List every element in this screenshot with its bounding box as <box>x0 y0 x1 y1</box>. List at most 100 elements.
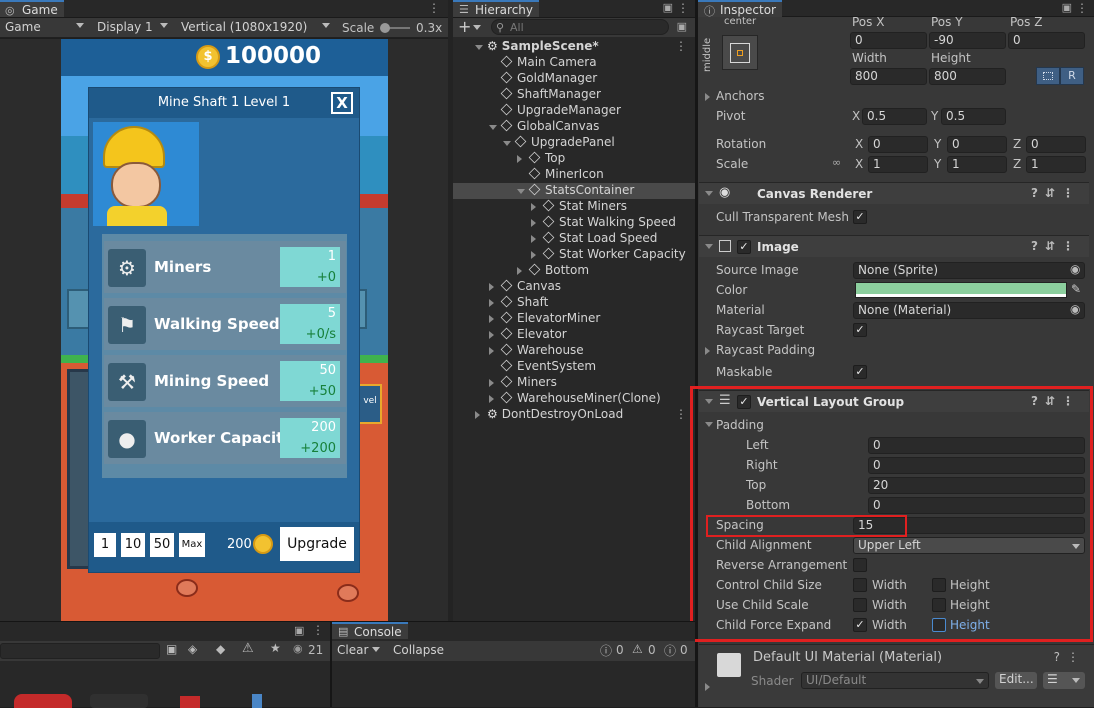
hierarchy-item[interactable]: ShaftManager <box>453 87 695 103</box>
lock-icon[interactable]: ▣ <box>294 624 304 637</box>
upgrade-button[interactable]: Upgrade <box>280 527 354 561</box>
add-icon[interactable]: + <box>458 17 471 36</box>
canvas-renderer-header[interactable]: ◉ Canvas Renderer ?⇵⋮ <box>699 182 1089 204</box>
expand-arrow-icon[interactable] <box>489 125 497 130</box>
maskable-checkbox[interactable]: ✓ <box>853 365 867 379</box>
close-button[interactable]: X <box>331 92 353 114</box>
pos-y-field[interactable]: -90 <box>929 32 1006 49</box>
hierarchy-item[interactable]: EventSystem <box>453 359 695 375</box>
hierarchy-item[interactable]: ⚙ DontDestroyOnLoad ⋮ <box>453 407 695 423</box>
hierarchy-search-input[interactable]: ⚲ All <box>491 19 669 35</box>
expand-arrow-icon[interactable] <box>531 219 536 227</box>
label-filter-icon[interactable]: ◆ <box>216 642 225 656</box>
hierarchy-item[interactable]: Stat Load Speed <box>453 231 695 247</box>
pos-x-field[interactable]: 0 <box>850 32 927 49</box>
rotation-x-field[interactable]: 0 <box>868 136 928 153</box>
expand-arrow-icon[interactable] <box>517 267 522 275</box>
expand-arrow-icon[interactable] <box>517 189 525 194</box>
more-menu-icon[interactable]: ⋮ <box>675 39 687 53</box>
raycast-padding-foldout-icon[interactable] <box>705 347 710 355</box>
hierarchy-item[interactable]: Elevator <box>453 327 695 343</box>
hierarchy-item[interactable]: Miners <box>453 375 695 391</box>
shader-options-button[interactable]: ☰ <box>1043 672 1085 689</box>
blueprint-mode-button[interactable] <box>1036 67 1060 85</box>
more-menu-icon[interactable]: ⋮ <box>312 623 324 637</box>
project-search-input[interactable] <box>0 643 160 659</box>
star-icon[interactable]: ★ <box>270 641 281 655</box>
component-menu-icons[interactable]: ?⋮ <box>1054 650 1086 664</box>
collapse-button[interactable]: Collapse <box>388 641 444 659</box>
lock-icon[interactable]: ▣ <box>663 1 673 14</box>
height-field[interactable]: 800 <box>929 68 1006 85</box>
level-badge[interactable]: vel <box>358 384 382 424</box>
expand-arrow-icon[interactable] <box>489 283 494 291</box>
asset-thumbnail[interactable] <box>180 696 200 708</box>
multiplier-max-button[interactable]: Max <box>179 533 205 557</box>
component-menu-icons[interactable]: ?⇵⋮ <box>1031 239 1081 253</box>
color-swatch[interactable] <box>855 282 1067 298</box>
anchors-foldout-icon[interactable] <box>705 93 710 101</box>
hierarchy-item[interactable]: Bottom <box>453 263 695 279</box>
hierarchy-item[interactable]: GoldManager <box>453 71 695 87</box>
hierarchy-item[interactable]: Stat Worker Capacity <box>453 247 695 263</box>
expand-arrow-icon[interactable] <box>517 155 522 163</box>
more-menu-icon[interactable]: ⋮ <box>675 407 687 421</box>
asset-thumbnail[interactable] <box>252 694 262 708</box>
asset-thumbnail[interactable] <box>90 694 148 708</box>
type-filter-icon[interactable]: ◈ <box>188 642 197 656</box>
image-enabled-checkbox[interactable]: ✓ <box>737 240 751 254</box>
log-icon[interactable]: ⓘ <box>664 642 676 659</box>
multiplier-1-button[interactable]: 1 <box>94 533 116 557</box>
pos-z-field[interactable]: 0 <box>1008 32 1085 49</box>
chevron-down-icon[interactable] <box>473 25 481 30</box>
display-dropdown[interactable]: Display 1 <box>92 18 172 36</box>
source-image-field[interactable]: None (Sprite) <box>853 262 1085 279</box>
scale-z-field[interactable]: 1 <box>1026 156 1086 173</box>
hierarchy-item[interactable]: WarehouseMiner(Clone) <box>453 391 695 407</box>
scale-slider-handle[interactable] <box>380 23 390 33</box>
expand-arrow-icon[interactable] <box>489 299 494 307</box>
hierarchy-item[interactable]: Top <box>453 151 695 167</box>
tab-game[interactable]: ◎ Game <box>0 0 64 17</box>
expand-arrow-icon[interactable] <box>475 411 480 419</box>
more-menu-icon[interactable]: ⋮ <box>1076 1 1088 15</box>
hierarchy-item[interactable]: Main Camera <box>453 55 695 71</box>
object-picker-icon[interactable]: ◉ <box>1070 302 1080 316</box>
edit-shader-button[interactable]: Edit... <box>995 672 1037 689</box>
scale-y-field[interactable]: 1 <box>947 156 1007 173</box>
hierarchy-item[interactable]: Canvas <box>453 279 695 295</box>
expand-arrow-icon[interactable] <box>489 379 494 387</box>
material-foldout-icon[interactable] <box>705 683 710 691</box>
more-menu-icon[interactable]: ⋮ <box>677 1 689 15</box>
lock-icon[interactable]: ▣ <box>1062 1 1072 14</box>
hierarchy-item[interactable]: StatsContainer <box>453 183 695 199</box>
object-picker-icon[interactable]: ◉ <box>1070 262 1080 276</box>
material-field[interactable]: None (Material) <box>853 302 1085 319</box>
scale-x-field[interactable]: 1 <box>868 156 928 173</box>
multiplier-50-button[interactable]: 50 <box>150 533 174 557</box>
asset-thumbnail[interactable] <box>14 694 72 708</box>
shader-dropdown[interactable]: UI/Default <box>801 672 989 689</box>
eyedropper-icon[interactable]: ✎ <box>1071 282 1081 296</box>
hierarchy-item[interactable]: UpgradeManager <box>453 103 695 119</box>
pivot-y-field[interactable]: 0.5 <box>941 108 1006 125</box>
clear-dropdown[interactable]: Clear <box>332 641 384 659</box>
image-header[interactable]: ✓ Image ?⇵⋮ <box>699 235 1089 257</box>
multiplier-10-button[interactable]: 10 <box>121 533 145 557</box>
anchors-label[interactable]: Anchors <box>716 89 765 103</box>
raycast-padding-label[interactable]: Raycast Padding <box>716 343 815 357</box>
pivot-x-field[interactable]: 0.5 <box>862 108 927 125</box>
expand-arrow-icon[interactable] <box>531 235 536 243</box>
scale-slider[interactable] <box>380 23 410 33</box>
raw-edit-button[interactable]: R <box>1060 67 1084 85</box>
expand-arrow-icon[interactable] <box>489 395 494 403</box>
cull-transparent-mesh-checkbox[interactable]: ✓ <box>853 210 867 224</box>
hierarchy-item[interactable]: GlobalCanvas <box>453 119 695 135</box>
raycast-target-checkbox[interactable]: ✓ <box>853 323 867 337</box>
expand-arrow-icon[interactable] <box>489 347 494 355</box>
link-icon[interactable]: ∞ <box>832 156 841 169</box>
hierarchy-item[interactable]: ⚙ SampleScene* ⋮ <box>453 39 695 55</box>
more-menu-icon[interactable]: ⋮ <box>428 1 440 15</box>
hierarchy-item[interactable]: MinerIcon <box>453 167 695 183</box>
hierarchy-item[interactable]: Shaft <box>453 295 695 311</box>
